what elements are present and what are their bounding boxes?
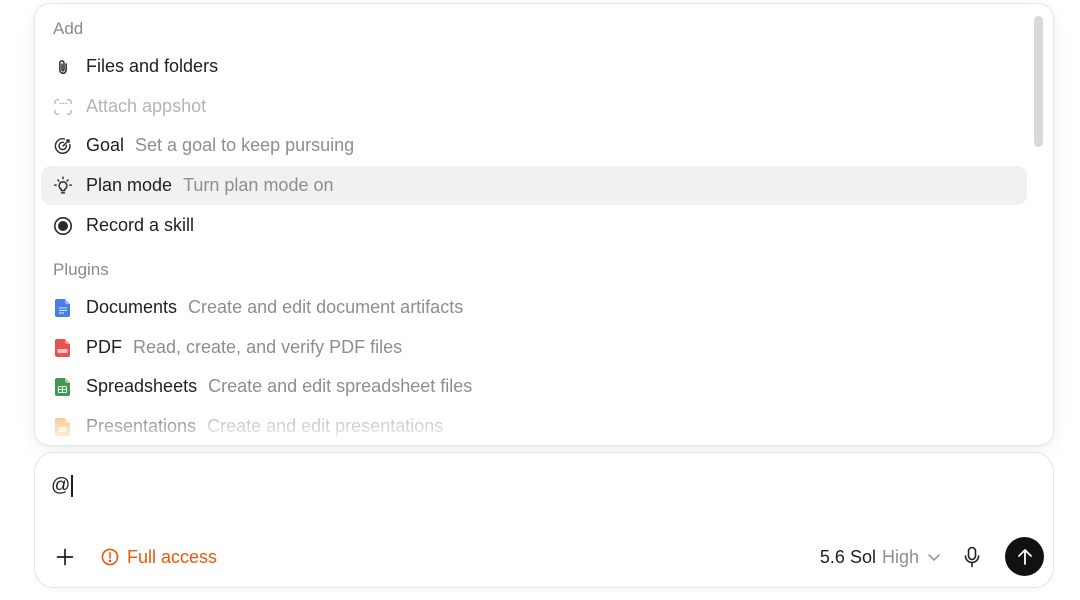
section-header-add: Add [53, 19, 84, 38]
add-attachment-button[interactable] [51, 543, 79, 571]
message-composer: @ Full access 5.6 Sol High [34, 452, 1054, 588]
microphone-button[interactable] [959, 543, 985, 571]
message-input-text: @ [51, 475, 71, 496]
menu-item-goal[interactable]: Goal Set a goal to keep pursuing [41, 126, 1027, 165]
model-name: 5.6 Sol [819, 546, 876, 567]
menu-item-label: Documents [86, 297, 178, 317]
arrow-up-icon [1016, 547, 1034, 567]
alert-circle-icon [101, 548, 119, 566]
full-access-label: Full access [127, 546, 218, 567]
menu-item-label: PDF [86, 337, 122, 357]
menu-item-description: Set a goal to keep pursuing [135, 135, 355, 155]
record-icon [52, 215, 74, 237]
chevron-down-icon [927, 552, 941, 562]
menu-item-record-skill[interactable]: Record a skill [41, 206, 1027, 245]
paperclip-icon [52, 56, 74, 78]
document-icon [52, 297, 74, 319]
menu-item-presentations-plugin[interactable]: Presentations Create and edit presentati… [41, 407, 1027, 445]
section-header-plugins: Plugins [53, 260, 109, 279]
menu-item-label: Plan mode [86, 175, 173, 195]
plus-icon [56, 548, 74, 566]
menu-item-label: Files and folders [86, 56, 219, 76]
menu-item-label: Attach appshot [86, 96, 207, 116]
target-icon [52, 135, 74, 157]
menu-item-description: Create and edit document artifacts [188, 297, 464, 317]
full-access-button[interactable]: Full access [101, 544, 217, 570]
menu-item-attach-appshot[interactable]: Attach appshot [41, 87, 1027, 126]
model-selector[interactable]: 5.6 Sol High [820, 544, 941, 570]
model-effort: High [881, 546, 919, 567]
lightbulb-icon [52, 175, 74, 197]
menu-scrollbar[interactable] [1034, 16, 1043, 147]
text-caret [71, 475, 73, 497]
presentation-icon [52, 416, 74, 438]
menu-item-spreadsheets-plugin[interactable]: Spreadsheets Create and edit spreadsheet… [41, 367, 1027, 406]
menu-item-description: Create and edit presentations [207, 416, 444, 436]
app-window: Add Files and folders Attach appshot Goa… [0, 0, 1080, 600]
menu-item-label: Goal [86, 135, 125, 155]
microphone-icon [963, 546, 981, 568]
pdf-icon [52, 337, 74, 359]
menu-item-label: Record a skill [86, 215, 195, 235]
spreadsheet-icon [52, 376, 74, 398]
menu-item-label: Presentations [86, 416, 197, 436]
menu-item-description: Turn plan mode on [183, 175, 334, 195]
menu-item-documents-plugin[interactable]: Documents Create and edit document artif… [41, 288, 1027, 327]
appshot-icon [52, 96, 74, 118]
menu-item-plan-mode[interactable]: Plan mode Turn plan mode on [41, 166, 1027, 205]
message-input[interactable]: @ [51, 475, 73, 497]
menu-item-files-and-folders[interactable]: Files and folders [41, 47, 1027, 86]
menu-item-description: Create and edit spreadsheet files [208, 376, 473, 396]
menu-item-pdf-plugin[interactable]: PDF Read, create, and verify PDF files [41, 328, 1027, 367]
menu-item-label: Spreadsheets [86, 376, 198, 396]
menu-item-description: Read, create, and verify PDF files [133, 337, 403, 357]
add-context-menu: Add Files and folders Attach appshot Goa… [34, 3, 1054, 446]
send-button[interactable] [1005, 537, 1044, 576]
